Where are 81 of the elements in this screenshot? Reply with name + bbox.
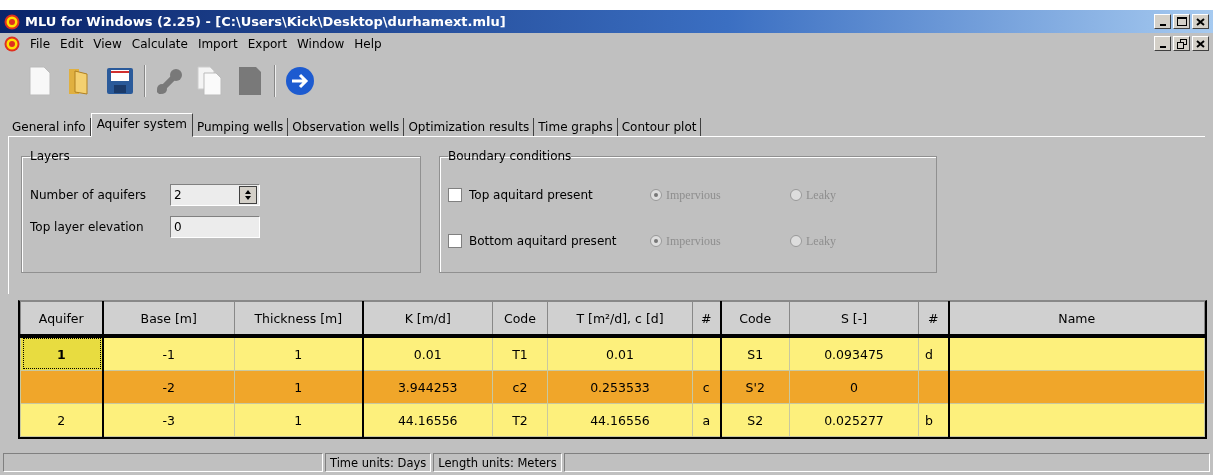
table-cell: -3 bbox=[102, 403, 235, 437]
column-header[interactable]: T [m²/d], c [d] bbox=[547, 301, 693, 336]
minimize-icon bbox=[1159, 45, 1166, 48]
group-title: Layers bbox=[30, 149, 70, 163]
column-header[interactable]: Aquifer bbox=[20, 301, 103, 336]
column-header[interactable]: K [m/d] bbox=[362, 301, 493, 336]
minimize-button[interactable] bbox=[1154, 36, 1171, 51]
table-cell: T2 bbox=[492, 403, 548, 437]
maximize-button[interactable] bbox=[1173, 14, 1190, 29]
field-label: Top layer elevation bbox=[30, 220, 145, 234]
table-cell: -1 bbox=[102, 336, 235, 371]
table-cell: 0.01 bbox=[547, 336, 693, 371]
checkbox[interactable] bbox=[448, 234, 462, 248]
app-logo-icon bbox=[4, 35, 20, 52]
menu-item[interactable]: Edit bbox=[60, 36, 84, 51]
minimize-icon bbox=[1159, 23, 1166, 26]
table-cell: S'2 bbox=[720, 370, 790, 404]
table-cell: 44.16556 bbox=[362, 403, 493, 437]
table-cell: 1 bbox=[234, 336, 363, 371]
table-cell: S1 bbox=[720, 336, 790, 371]
tab[interactable]: Aquifer system bbox=[90, 113, 193, 137]
table-cell: 1 bbox=[20, 336, 103, 371]
table-cell: 0.093475 bbox=[789, 336, 919, 371]
restore-button[interactable] bbox=[1173, 36, 1190, 51]
menu-item[interactable]: Calculate bbox=[131, 36, 188, 51]
menu-item[interactable]: Export bbox=[247, 36, 287, 51]
table-cell: 1 bbox=[234, 370, 363, 404]
checkbox-label: Top aquitard present bbox=[469, 188, 593, 202]
table-cell: 0.025277 bbox=[789, 403, 919, 437]
table-cell: c2 bbox=[492, 370, 548, 404]
copy-icon bbox=[197, 66, 223, 96]
column-header[interactable]: S [-] bbox=[789, 301, 919, 336]
close-button[interactable] bbox=[1192, 36, 1209, 51]
status-text: Time units: Days bbox=[325, 453, 432, 472]
table-cell: -2 bbox=[102, 370, 235, 404]
column-header[interactable]: Name bbox=[948, 301, 1205, 336]
radio-button[interactable] bbox=[790, 235, 802, 247]
arrow-right-icon bbox=[285, 66, 315, 96]
restore-icon bbox=[1176, 38, 1187, 49]
field-label: Number of aquifers bbox=[30, 188, 148, 202]
table-cell: 0 bbox=[789, 370, 919, 404]
column-header[interactable]: Code bbox=[720, 301, 790, 336]
group-title: Boundary conditions bbox=[448, 149, 572, 163]
table-cell: 2 bbox=[20, 403, 103, 437]
app-logo-icon bbox=[4, 13, 20, 30]
radio-button[interactable] bbox=[650, 189, 662, 201]
radio-button[interactable] bbox=[790, 189, 802, 201]
menu-item[interactable]: Help bbox=[354, 36, 382, 51]
minimize-button[interactable] bbox=[1154, 14, 1171, 29]
column-header[interactable]: Thickness [m] bbox=[234, 301, 363, 336]
menu-item[interactable]: File bbox=[30, 36, 51, 51]
table-cell: 44.16556 bbox=[547, 403, 693, 437]
spin-field[interactable]: 2 bbox=[170, 184, 260, 206]
toolbar-button[interactable] bbox=[284, 64, 316, 98]
maximize-icon bbox=[1176, 17, 1187, 26]
table-cell: 1 bbox=[234, 403, 363, 437]
menu-item[interactable]: Import bbox=[197, 36, 238, 51]
spin-arrows-icon bbox=[239, 186, 257, 204]
column-header[interactable]: Code bbox=[492, 301, 548, 336]
status-text: Length units: Meters bbox=[433, 453, 562, 472]
new-document-icon bbox=[28, 66, 52, 96]
close-icon bbox=[1196, 17, 1205, 26]
window-title: MLU for Windows (2.25) - [C:\Users\Kick\Desktop\durhamext.mlu] bbox=[25, 14, 506, 29]
close-icon bbox=[1196, 39, 1205, 48]
table-cell: T1 bbox=[492, 336, 548, 371]
column-header[interactable]: # bbox=[918, 301, 949, 336]
menu-item[interactable]: View bbox=[93, 36, 122, 51]
input-field[interactable]: 0 bbox=[170, 216, 260, 238]
document-icon bbox=[237, 66, 263, 96]
menu-item[interactable]: Window bbox=[297, 36, 345, 51]
checkbox[interactable] bbox=[448, 188, 462, 202]
table-cell: 0.01 bbox=[362, 336, 493, 371]
column-header[interactable]: # bbox=[692, 301, 721, 336]
table-cell: 0.253533 bbox=[547, 370, 693, 404]
column-header[interactable]: Base [m] bbox=[102, 301, 235, 336]
close-button[interactable] bbox=[1192, 14, 1209, 29]
wrench-icon bbox=[156, 67, 184, 95]
checkbox-label: Bottom aquitard present bbox=[469, 234, 617, 248]
table-cell: 3.944253 bbox=[362, 370, 493, 404]
table-cell: S2 bbox=[720, 403, 790, 437]
radio-button[interactable] bbox=[650, 235, 662, 247]
